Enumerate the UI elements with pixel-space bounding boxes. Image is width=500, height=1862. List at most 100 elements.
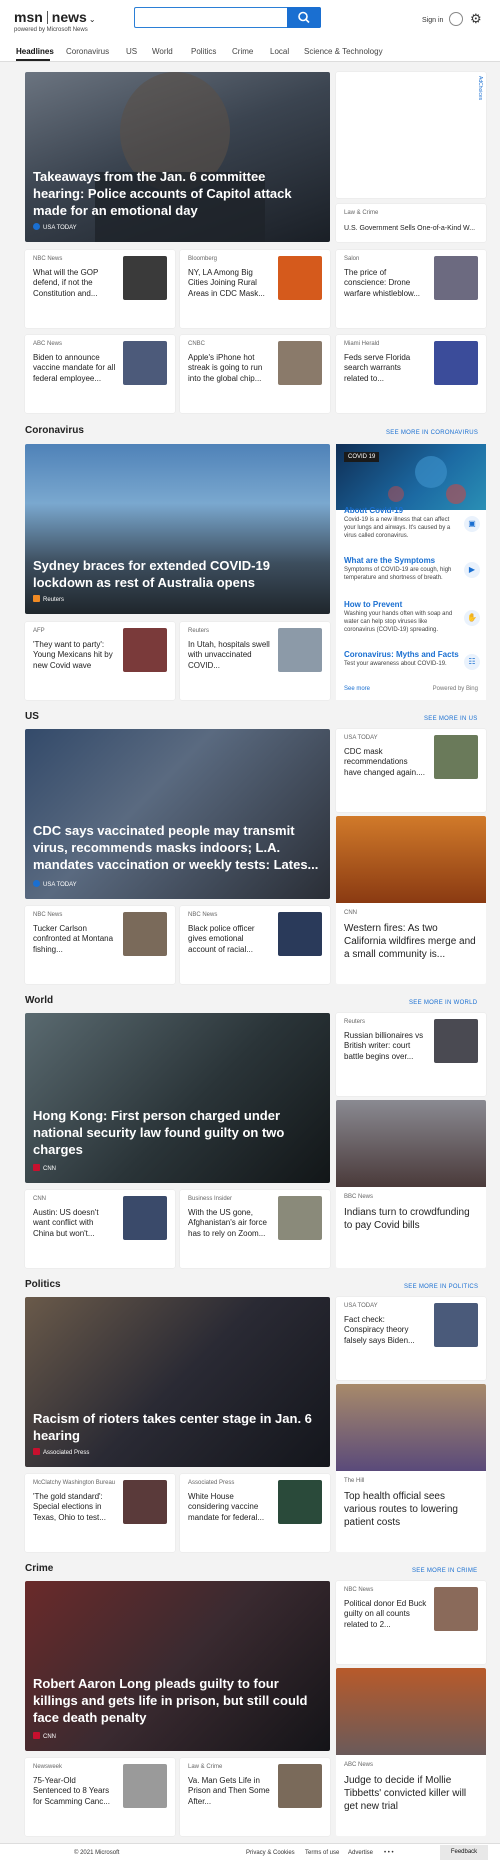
covid-item-title[interactable]: Coronavirus: Myths and Facts	[344, 650, 482, 659]
card-title[interactable]: NY, LA Among Big Cities Joining Rural Ar…	[188, 268, 271, 299]
card-title[interactable]: Black police officer gives emotional acc…	[188, 924, 271, 955]
see-more-world[interactable]: SEE MORE IN WORLD	[409, 1000, 477, 1006]
tab-world[interactable]: World	[152, 47, 173, 56]
covid-item[interactable]: How to Prevent Washing your hands often …	[344, 600, 482, 634]
feedback-button[interactable]: Feedback	[440, 1845, 488, 1860]
card-title[interactable]: Judge to decide if Mollie Tibbetts' conv…	[344, 1774, 478, 1813]
see-more-crime[interactable]: SEE MORE IN CRIME	[412, 1568, 477, 1574]
card-title[interactable]: Feds serve Florida search warrants relat…	[344, 353, 427, 384]
tab-science-technology[interactable]: Science & Technology	[304, 47, 383, 56]
hero-title[interactable]: Robert Aaron Long pleads guilty to four …	[33, 1675, 320, 1726]
covid-item-title[interactable]: How to Prevent	[344, 600, 482, 609]
privacy-link[interactable]: Privacy & Cookies	[246, 1850, 295, 1856]
hero-title[interactable]: Takeaways from the Jan. 6 committee hear…	[33, 168, 320, 219]
tab-coronavirus[interactable]: Coronavirus	[66, 47, 109, 56]
news-card[interactable]: Newsweek 75-Year-Old Sentenced to 8 Year…	[25, 1758, 175, 1836]
section-title-crime[interactable]: Crime	[25, 1563, 53, 1574]
image-card[interactable]: BBC News Indians turn to crowdfunding to…	[336, 1100, 486, 1268]
covid-item-title[interactable]: About Covid-19	[344, 506, 482, 515]
covid-item[interactable]: About Covid-19 Covid-19 is a new illness…	[344, 506, 482, 540]
msn-logo[interactable]: msn news ⌄	[14, 9, 96, 25]
chevron-down-icon[interactable]: ⌄	[89, 15, 96, 24]
news-card[interactable]: USA TODAY CDC mask recommendations have …	[336, 729, 486, 812]
side-card[interactable]: Law & Crime U.S. Government Sells One-of…	[336, 204, 486, 242]
avatar[interactable]	[449, 12, 463, 26]
news-card[interactable]: Reuters Russian billionaires vs British …	[336, 1013, 486, 1096]
tab-headlines[interactable]: Headlines	[16, 47, 54, 56]
card-title[interactable]: Apple's iPhone hot streak is going to ru…	[188, 353, 271, 384]
card-title[interactable]: Indians turn to crowdfunding to pay Covi…	[344, 1206, 478, 1232]
card-title[interactable]: Political donor Ed Buck guilty on all co…	[344, 1599, 427, 1630]
news-card[interactable]: Bloomberg NY, LA Among Big Cities Joinin…	[180, 250, 330, 328]
card-title[interactable]: CDC mask recommendations have changed ag…	[344, 747, 427, 778]
tab-local[interactable]: Local	[270, 47, 289, 56]
see-more-coronavirus[interactable]: SEE MORE IN CORONAVIRUS	[386, 430, 478, 436]
card-title[interactable]: 'The gold standard': Special elections i…	[33, 1492, 116, 1523]
politics-hero[interactable]: Racism of rioters takes center stage in …	[25, 1297, 330, 1467]
card-title[interactable]: White House considering vaccine mandate …	[188, 1492, 271, 1523]
world-hero[interactable]: Hong Kong: First person charged under na…	[25, 1013, 330, 1183]
news-card[interactable]: ABC News Biden to announce vaccine manda…	[25, 335, 175, 413]
headline-hero[interactable]: Takeaways from the Jan. 6 committee hear…	[25, 72, 330, 242]
news-card[interactable]: NBC News Tucker Carlson confronted at Mo…	[25, 906, 175, 984]
news-card[interactable]: Salon The price of conscience: Drone war…	[336, 250, 486, 328]
card-title[interactable]: 75-Year-Old Sentenced to 8 Years for Sca…	[33, 1776, 116, 1807]
card-title[interactable]: What will the GOP defend, if not the Con…	[33, 268, 116, 299]
news-card[interactable]: Reuters In Utah, hospitals swell with un…	[180, 622, 330, 700]
tab-us[interactable]: US	[126, 47, 137, 56]
news-card[interactable]: Associated Press White House considering…	[180, 1474, 330, 1552]
see-more-politics[interactable]: SEE MORE IN POLITICS	[404, 1284, 478, 1290]
image-card[interactable]: The Hill Top health official sees variou…	[336, 1384, 486, 1552]
news-card[interactable]: NBC News Political donor Ed Buck guilty …	[336, 1581, 486, 1664]
image-card[interactable]: ABC News Judge to decide if Mollie Tibbe…	[336, 1668, 486, 1836]
section-title-world[interactable]: World	[25, 995, 53, 1006]
crime-hero[interactable]: Robert Aaron Long pleads guilty to four …	[25, 1581, 330, 1751]
more-icon[interactable]: • • •	[384, 1850, 394, 1856]
search-button[interactable]	[287, 7, 321, 28]
news-card[interactable]: McClatchy Washington Bureau 'The gold st…	[25, 1474, 175, 1552]
section-title-politics[interactable]: Politics	[25, 1279, 61, 1290]
news-card[interactable]: CNN Austin: US doesn't want conflict wit…	[25, 1190, 175, 1268]
gear-icon[interactable]: ⚙	[470, 11, 482, 27]
covid-item[interactable]: What are the Symptoms Symptoms of COVID-…	[344, 556, 482, 583]
card-title[interactable]: Tucker Carlson confronted at Montana fis…	[33, 924, 116, 955]
section-title-coronavirus[interactable]: Coronavirus	[25, 425, 84, 436]
card-title[interactable]: Austin: US doesn't want conflict with Ch…	[33, 1208, 116, 1239]
terms-link[interactable]: Terms of use	[305, 1850, 339, 1856]
card-title[interactable]: Biden to announce vaccine mandate for al…	[33, 353, 116, 384]
ad-slot[interactable]: AdChoices	[336, 72, 486, 198]
hero-title[interactable]: Racism of rioters takes center stage in …	[33, 1410, 320, 1444]
sign-in-link[interactable]: Sign in	[422, 17, 443, 24]
news-card[interactable]: CNBC Apple's iPhone hot streak is going …	[180, 335, 330, 413]
us-hero[interactable]: CDC says vaccinated people may transmit …	[25, 729, 330, 899]
covid-item[interactable]: Coronavirus: Myths and Facts Test your a…	[344, 650, 482, 669]
card-title[interactable]: Russian billionaires vs British writer: …	[344, 1031, 427, 1062]
card-title[interactable]: The price of conscience: Drone warfare w…	[344, 268, 427, 299]
section-title-us[interactable]: US	[25, 711, 39, 722]
card-title[interactable]: With the US gone, Afghanistan's air forc…	[188, 1208, 271, 1239]
news-card[interactable]: NBC News Black police officer gives emot…	[180, 906, 330, 984]
card-title[interactable]: Fact check: Conspiracy theory falsely sa…	[344, 1315, 427, 1346]
see-more-link[interactable]: See more	[344, 686, 370, 692]
hero-title[interactable]: Sydney braces for extended COVID-19 lock…	[33, 557, 320, 591]
card-title[interactable]: U.S. Government Sells One-of-a-Kind W...	[344, 224, 479, 233]
ad-choices-label[interactable]: AdChoices	[477, 76, 483, 100]
news-card[interactable]: AFP 'They want to party': Young Mexicans…	[25, 622, 175, 700]
card-title[interactable]: In Utah, hospitals swell with unvaccinat…	[188, 640, 271, 671]
card-title[interactable]: 'They want to party': Young Mexicans hit…	[33, 640, 116, 671]
news-card[interactable]: NBC News What will the GOP defend, if no…	[25, 250, 175, 328]
image-card[interactable]: CNN Western fires: As two California wil…	[336, 816, 486, 984]
news-card[interactable]: Business Insider With the US gone, Afgha…	[180, 1190, 330, 1268]
news-card[interactable]: USA TODAY Fact check: Conspiracy theory …	[336, 1297, 486, 1380]
see-more-us[interactable]: SEE MORE IN US	[424, 716, 478, 722]
coronavirus-hero[interactable]: Sydney braces for extended COVID-19 lock…	[25, 444, 330, 614]
hero-title[interactable]: Hong Kong: First person charged under na…	[33, 1107, 320, 1158]
card-title[interactable]: Western fires: As two California wildfir…	[344, 922, 478, 961]
card-title[interactable]: Va. Man Gets Life in Prison and Then Som…	[188, 1776, 271, 1807]
news-card[interactable]: Law & Crime Va. Man Gets Life in Prison …	[180, 1758, 330, 1836]
news-card[interactable]: Miami Herald Feds serve Florida search w…	[336, 335, 486, 413]
covid-item-title[interactable]: What are the Symptoms	[344, 556, 482, 565]
tab-politics[interactable]: Politics	[191, 47, 216, 56]
advertise-link[interactable]: Advertise	[348, 1850, 373, 1856]
tab-crime[interactable]: Crime	[232, 47, 253, 56]
